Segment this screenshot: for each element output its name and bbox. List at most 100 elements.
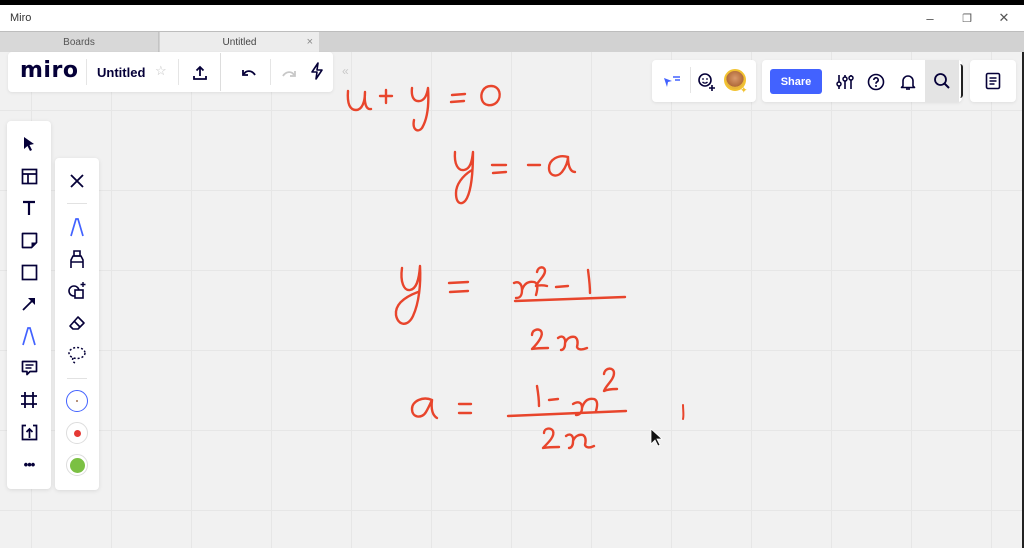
rectangle-icon: [21, 264, 37, 280]
tool-comment[interactable]: [7, 353, 51, 383]
board-header-panel: miro Untitled ☆: [8, 52, 333, 92]
undo-button[interactable]: [238, 63, 260, 85]
comment-icon: [21, 360, 37, 375]
divider: [67, 378, 87, 379]
redo-icon: [282, 71, 296, 77]
tool-arrow[interactable]: [7, 289, 51, 319]
help-icon: [867, 73, 885, 91]
color-swatch: [66, 454, 88, 476]
pen-tool-shape-recognition[interactable]: [55, 276, 99, 306]
main-toolbar: •••: [7, 121, 51, 489]
close-icon: [70, 174, 84, 188]
close-pen-panel-button[interactable]: [55, 166, 99, 196]
pen-tool-lasso[interactable]: [55, 340, 99, 370]
color-dot: [73, 429, 81, 437]
undo-icon: [242, 70, 256, 76]
lightning-icon: [311, 62, 323, 80]
divider: [86, 59, 87, 85]
actions-panel: Share: [762, 60, 963, 102]
mouse-cursor-icon: [650, 428, 664, 447]
tab-label: Untitled: [222, 36, 257, 48]
color-swatch: [66, 422, 88, 444]
export-button[interactable]: [189, 62, 211, 84]
cursor-follow-icon: [664, 76, 680, 87]
tool-sticky-note[interactable]: [7, 225, 51, 255]
marker-icon: [70, 250, 84, 268]
minimize-icon: –: [926, 10, 934, 26]
restore-button[interactable]: ❐: [949, 5, 985, 31]
notes-icon: [985, 72, 1001, 90]
title-bar: Miro – ❐ ✕: [0, 5, 1024, 31]
sparkle-icon: ✦: [740, 85, 748, 95]
pen-tool-eraser[interactable]: [55, 308, 99, 338]
notes-panel: [970, 60, 1016, 102]
share-button[interactable]: Share: [770, 69, 822, 94]
color-swatch-blue[interactable]: [55, 386, 99, 416]
tab-untitled[interactable]: Untitled ×: [160, 32, 319, 52]
restore-icon: ❐: [962, 12, 972, 25]
text-icon: [23, 200, 35, 215]
color-dot: [76, 400, 78, 402]
settings-button[interactable]: [834, 71, 856, 93]
close-icon: ✕: [998, 10, 1010, 25]
tool-frame[interactable]: [7, 385, 51, 415]
pen-icon: [22, 327, 36, 346]
tool-more[interactable]: •••: [7, 449, 51, 479]
pen-tool-pen[interactable]: [55, 212, 99, 242]
bell-icon: [900, 75, 916, 90]
lasso-icon: [68, 346, 86, 364]
board-canvas[interactable]: [0, 52, 1022, 548]
divider: [178, 59, 179, 85]
collapse-icon[interactable]: «: [342, 64, 349, 78]
color-swatch-green[interactable]: [55, 450, 99, 480]
pen-tool-marker[interactable]: [55, 244, 99, 274]
pen-icon: [70, 218, 84, 237]
color-swatch-selected: [66, 390, 88, 412]
tool-pen[interactable]: [7, 321, 51, 351]
tab-close-icon[interactable]: ×: [307, 36, 313, 48]
tool-shape[interactable]: [7, 257, 51, 287]
collaboration-panel: ✦: [652, 60, 756, 102]
shape-recognition-icon: [68, 282, 86, 299]
lightning-button[interactable]: [306, 60, 328, 82]
minimize-button[interactable]: –: [912, 5, 948, 31]
sticky-note-icon: [21, 232, 37, 248]
notes-button[interactable]: [983, 71, 1003, 91]
color-swatch-red[interactable]: [55, 418, 99, 448]
more-icon: •••: [23, 456, 36, 472]
frame-icon: [21, 392, 37, 408]
add-reaction-icon: [698, 73, 715, 91]
arrow-icon: [22, 298, 35, 311]
divider: [67, 203, 87, 204]
miro-logo[interactable]: miro: [20, 58, 78, 83]
redo-button[interactable]: [278, 64, 300, 86]
export-icon: [193, 65, 207, 80]
miro-window: Miro – ❐ ✕ Boards Untitled × miro Untitl…: [0, 5, 1024, 548]
divider: [270, 59, 271, 85]
color-dot: [69, 457, 85, 473]
select-cursor-icon: [24, 137, 34, 151]
tab-bar: Boards Untitled ×: [0, 31, 1024, 52]
upload-icon: [21, 424, 37, 440]
divider: [690, 67, 691, 93]
add-reaction-button[interactable]: [696, 71, 718, 93]
tool-templates[interactable]: [7, 161, 51, 191]
tool-text[interactable]: [7, 193, 51, 223]
tab-boards[interactable]: Boards: [0, 32, 159, 52]
search-icon: [934, 73, 950, 89]
close-window-button[interactable]: ✕: [986, 5, 1022, 31]
star-icon[interactable]: ☆: [155, 63, 167, 79]
window-title: Miro: [10, 12, 32, 24]
follow-cursor-button[interactable]: [661, 72, 683, 92]
search-button[interactable]: [925, 60, 959, 102]
tool-select[interactable]: [7, 129, 51, 159]
board-title[interactable]: Untitled: [97, 65, 145, 80]
notifications-button[interactable]: [897, 71, 919, 93]
eraser-icon: [69, 316, 85, 330]
help-button[interactable]: [865, 71, 887, 93]
pen-options-panel: [55, 158, 99, 490]
tool-upload[interactable]: [7, 417, 51, 447]
settings-sliders-icon: [836, 75, 854, 89]
templates-icon: [21, 168, 37, 184]
tab-label: Boards: [63, 36, 95, 48]
